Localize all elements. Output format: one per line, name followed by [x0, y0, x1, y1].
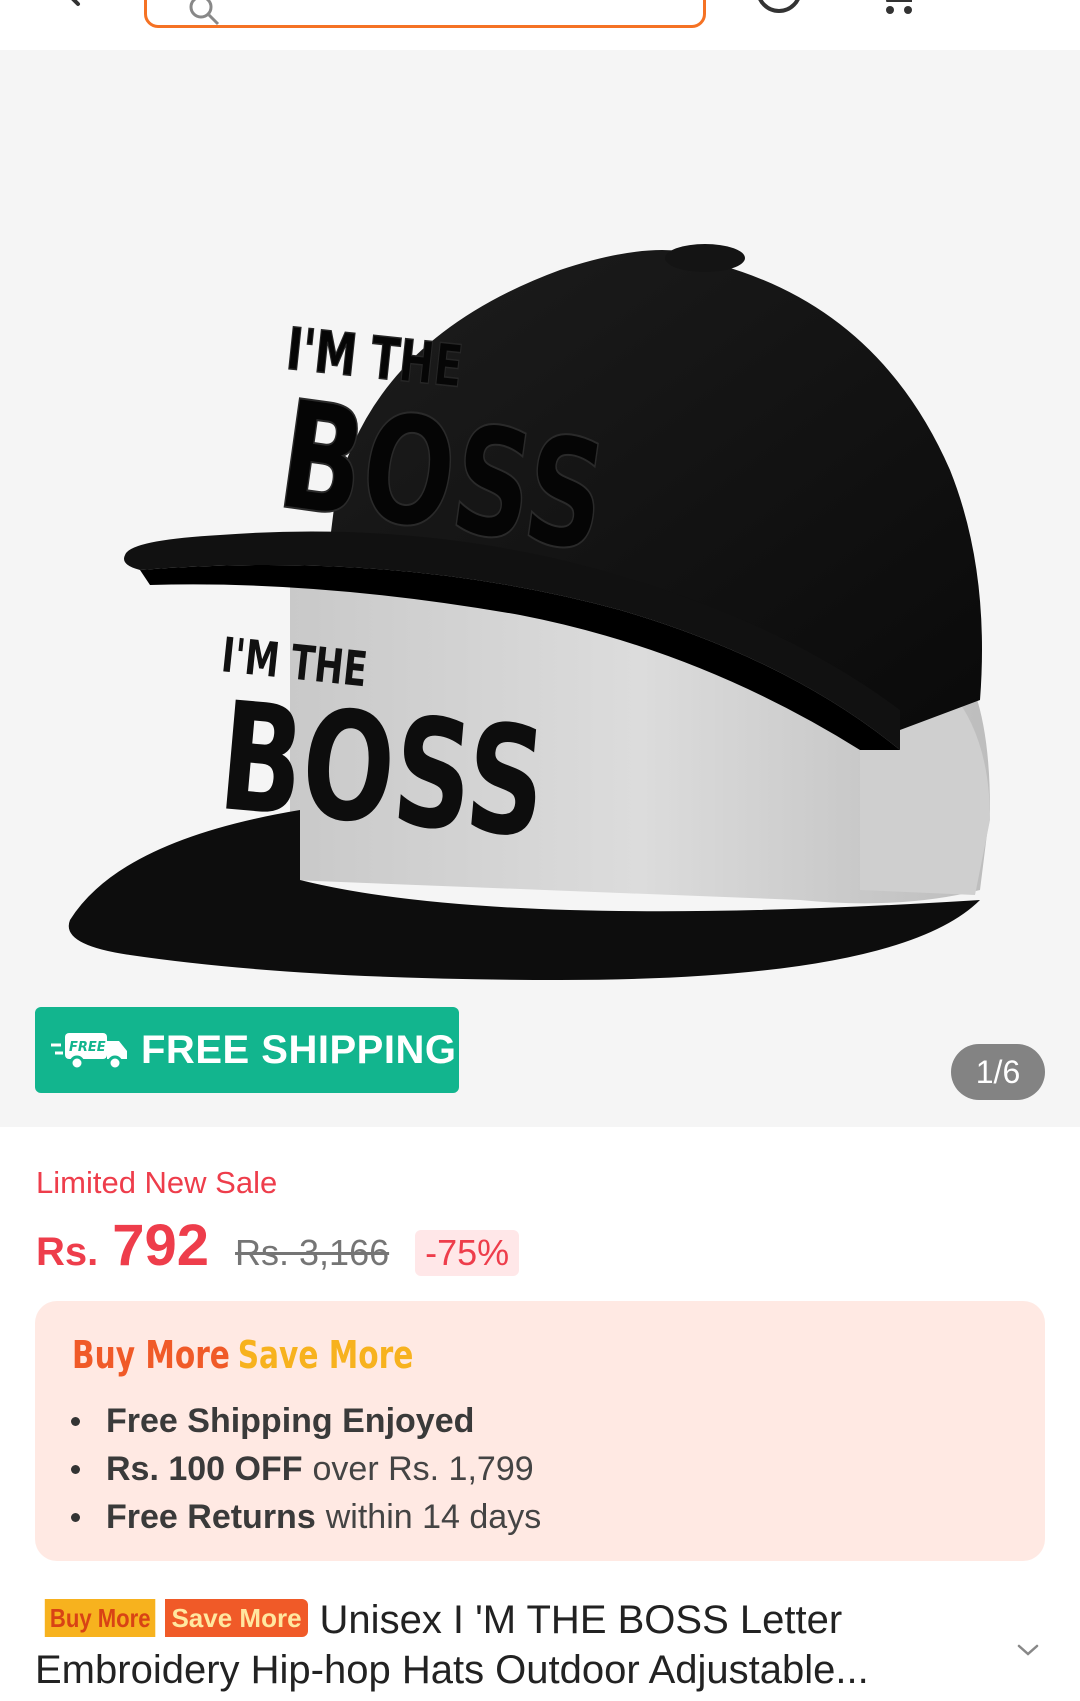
promo-item-rest: within 14 days — [325, 1498, 542, 1536]
cart-icon[interactable] — [870, 0, 920, 16]
price-row: Rs. 792 Rs. 3,166 -75% — [36, 1212, 520, 1278]
title-badge-buy: Buy More — [44, 1599, 156, 1637]
bullet-icon — [71, 1416, 80, 1426]
bullet-icon — [71, 1512, 80, 1522]
promo-item: Free Shipping Enjoyed — [71, 1397, 541, 1445]
promo-item-rest: over Rs. 1,799 — [312, 1450, 534, 1488]
promo-item-strong: Free Returns — [106, 1498, 316, 1536]
buy-more-save-more-box[interactable]: Buy More Save More Free Shipping Enjoyed … — [35, 1301, 1045, 1561]
search-input[interactable] — [144, 0, 706, 28]
sale-tag: Limited New Sale — [36, 1165, 278, 1200]
cap-back-text-main: BOSS — [213, 669, 552, 871]
truck-badge-text: FREE — [69, 1040, 106, 1055]
free-shipping-badge: FREE FREE SHIPPING — [35, 1007, 459, 1093]
promo-item: Rs. 100 OFF over Rs. 1,799 — [71, 1445, 541, 1493]
buy-more-save-more-badge: Buy More Save More — [35, 1599, 308, 1637]
promo-title-save: Save More — [237, 1333, 414, 1377]
promo-item-strong: Free Shipping Enjoyed — [106, 1402, 475, 1440]
discount-badge: -75% — [415, 1230, 520, 1276]
bullet-icon — [71, 1464, 80, 1474]
back-arrow-icon[interactable] — [52, 0, 92, 10]
promo-item-strong: Rs. 100 OFF — [106, 1450, 303, 1488]
account-icon[interactable] — [755, 0, 803, 14]
original-price: Rs. 3,166 — [235, 1232, 390, 1273]
promo-benefits-list: Free Shipping Enjoyed Rs. 100 OFF over R… — [71, 1397, 541, 1541]
product-image: I'M THE BOSS I'M THE BOSS — [68, 244, 990, 980]
search-icon — [189, 0, 220, 26]
promo-title: Buy More Save More — [72, 1333, 413, 1377]
product-gallery[interactable]: I'M THE BOSS I'M THE BOSS FREE FREE SHIP… — [0, 50, 1080, 1127]
chevron-down-icon[interactable] — [1015, 1640, 1041, 1660]
current-price: 792 — [112, 1213, 210, 1278]
promo-item: Free Returns within 14 days — [71, 1493, 541, 1541]
title-badge-save: Save More — [165, 1599, 308, 1637]
top-bar — [0, 0, 1080, 50]
product-title[interactable]: Buy More Save More Unisex I 'M THE BOSS Le… — [35, 1595, 995, 1695]
promo-title-buy: Buy More — [72, 1333, 230, 1377]
free-shipping-label: FREE SHIPPING — [141, 1027, 457, 1072]
price-currency: Rs. — [36, 1230, 99, 1274]
delivery-truck-icon: FREE — [51, 1033, 127, 1071]
image-counter: 1/6 — [951, 1044, 1045, 1100]
